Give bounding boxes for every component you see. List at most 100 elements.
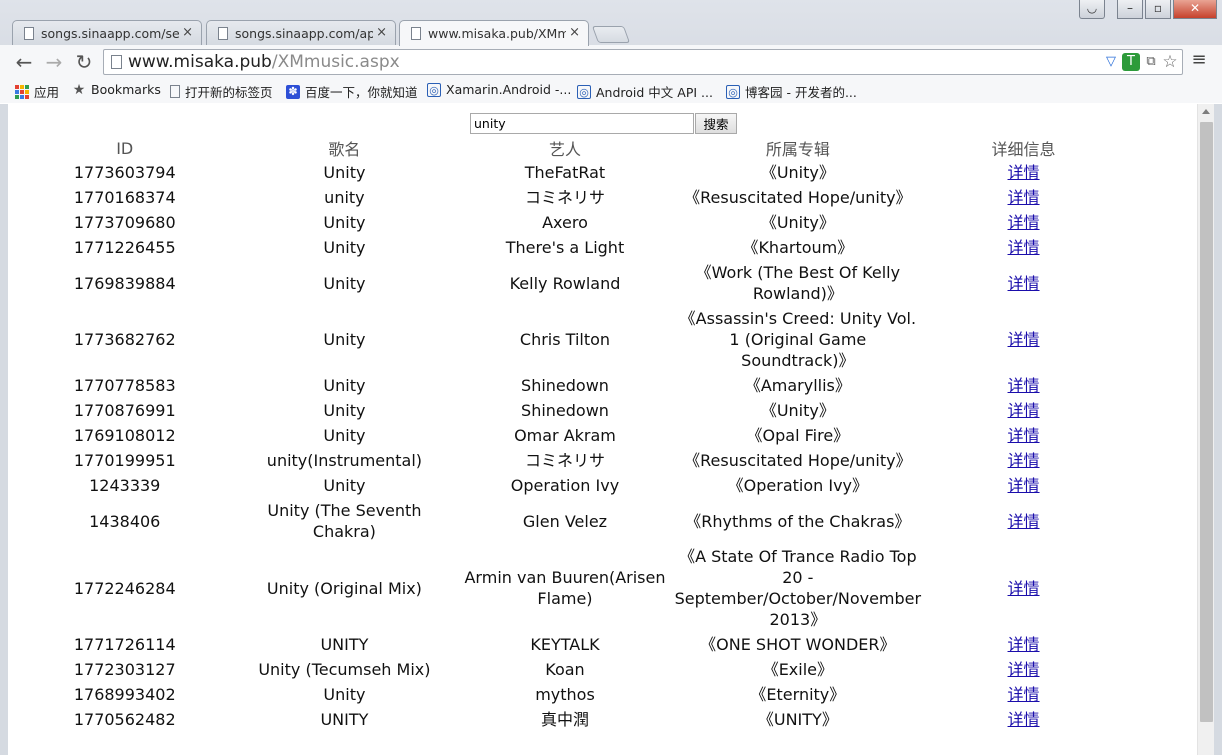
cell-album: 《Eternity》	[750, 685, 846, 704]
window-border-left	[0, 104, 8, 755]
search-input[interactable]	[470, 113, 694, 134]
cell-song: Unity	[323, 376, 366, 395]
details-link[interactable]: 详情	[1008, 635, 1040, 654]
cell-album-wrap: 《Opal Fire》	[675, 423, 921, 448]
details-link[interactable]: 详情	[1008, 685, 1040, 704]
close-icon[interactable]: ×	[569, 25, 580, 40]
bookmark-apps[interactable]: 应用	[15, 82, 59, 101]
details-link[interactable]: 详情	[1008, 401, 1040, 420]
cell-album: 《A State Of Trance Radio Top 20 - Septem…	[674, 547, 922, 629]
url-text[interactable]: www.misaka.pub/XMmusic.aspx	[128, 52, 400, 72]
cell-details: 详情	[921, 473, 1126, 498]
translate-icon[interactable]: ⧉	[1142, 53, 1160, 71]
cell-song: Unity	[323, 476, 366, 495]
cell-artist: Koan	[545, 660, 585, 679]
cell-id: 1771726114	[73, 635, 176, 654]
scroll-up-arrow-icon[interactable]	[1202, 109, 1210, 114]
menu-icon[interactable]: ≡	[1188, 49, 1210, 75]
close-icon[interactable]: ×	[376, 25, 387, 40]
back-icon[interactable]: ←	[11, 49, 37, 75]
vertical-scrollbar[interactable]	[1197, 104, 1214, 755]
details-link[interactable]: 详情	[1008, 512, 1040, 531]
cell-artist: コミネリサ	[524, 451, 605, 470]
bookmark-label: Xamarin.Android -...	[446, 82, 572, 97]
details-link[interactable]: 详情	[1008, 710, 1040, 729]
url-host: www.misaka.pub	[128, 52, 272, 72]
cell-album-wrap: 《Amaryllis》	[675, 373, 921, 398]
address-bar[interactable]: www.misaka.pub/XMmusic.aspx ▽ T ⧉ ☆	[103, 49, 1183, 75]
table-row: 1768993402 Unity mythos 《Eternity》 详情	[16, 682, 1126, 707]
shield-icon[interactable]: ▽	[1102, 53, 1120, 71]
new-tab-button[interactable]	[591, 26, 631, 43]
browser-chrome: songs.sinaapp.com/sear × songs.sinaapp.c…	[0, 0, 1222, 103]
cell-album: 《Opal Fire》	[746, 426, 850, 445]
details-link[interactable]: 详情	[1008, 238, 1040, 257]
tab-1[interactable]: songs.sinaapp.com/sear ×	[12, 20, 202, 45]
cell-details: 详情	[921, 632, 1126, 657]
scrollbar-thumb[interactable]	[1200, 122, 1213, 722]
bookmark-new-tab[interactable]: 打开新的标签页	[170, 82, 273, 101]
cell-album: 《Rhythms of the Chakras》	[685, 511, 911, 531]
details-link[interactable]: 详情	[1008, 376, 1040, 395]
cell-album: 《Resuscitated Hope/unity》	[684, 451, 912, 470]
details-link[interactable]: 详情	[1008, 579, 1040, 598]
cell-details: 详情	[921, 657, 1126, 682]
bookmark-bookmarks[interactable]: ★ Bookmarks	[72, 82, 161, 97]
cell-artist: Glen Velez	[522, 511, 608, 531]
window-border-right	[1214, 104, 1222, 755]
bookmark-cnblogs[interactable]: ◎ 博客园 - 开发者的...	[726, 82, 857, 101]
cell-album-wrap: 《A State Of Trance Radio Top 20 - Septem…	[675, 544, 921, 632]
minimize-button[interactable]: –	[1117, 0, 1143, 19]
ticket-icon[interactable]: T	[1122, 53, 1140, 71]
details-link[interactable]: 详情	[1008, 330, 1040, 349]
cell-artist: TheFatRat	[524, 163, 606, 182]
cell-album: 《UNITY》	[757, 710, 838, 729]
bookmark-label: 应用	[34, 85, 60, 100]
cell-details: 详情	[921, 544, 1126, 632]
cell-artist: Kelly Rowland	[509, 273, 621, 293]
cell-album-wrap: 《Eternity》	[675, 682, 921, 707]
column-header-id: ID	[116, 138, 134, 158]
table-row: 1770562482 UNITY 真中潤 《UNITY》 详情	[16, 707, 1126, 732]
restore-button[interactable]: ▫	[1145, 0, 1171, 19]
bookmark-baidu[interactable]: ✽ 百度一下，你就知道	[286, 82, 418, 101]
cell-id: 1771226455	[73, 238, 176, 257]
cell-album: 《ONE SHOT WONDER》	[700, 635, 896, 654]
user-icon[interactable]: ◡	[1079, 0, 1105, 19]
bookmark-xamarin[interactable]: ◎ Xamarin.Android -...	[427, 82, 571, 97]
table-row: 1770168374 unity コミネリサ 《Resuscitated Hope/u…	[16, 185, 1126, 210]
results-table: ID 歌名 艺人 所属专辑 详细信息 1773603794 Unity TheFat…	[16, 136, 1126, 732]
cell-id: 1773682762	[73, 330, 176, 349]
cell-song: Unity	[323, 273, 366, 293]
details-link[interactable]: 详情	[1008, 274, 1040, 293]
details-link[interactable]: 详情	[1008, 426, 1040, 445]
cell-album: 《Work (The Best Of Kelly Rowland)》	[695, 263, 901, 303]
cell-id: 1772246284	[73, 578, 176, 598]
cell-song: UNITY	[320, 635, 369, 654]
star-icon[interactable]: ☆	[1161, 53, 1179, 71]
close-icon[interactable]: ×	[182, 25, 193, 40]
cell-song: Unity (Tecumseh Mix)	[258, 660, 431, 679]
cell-album-wrap: 《Resuscitated Hope/unity》	[675, 448, 921, 473]
forward-icon[interactable]: →	[41, 49, 67, 75]
details-link[interactable]: 详情	[1008, 213, 1040, 232]
reload-icon[interactable]: ↻	[71, 49, 97, 75]
cell-album-wrap: 《UNITY》	[675, 707, 921, 732]
cell-album: 《Unity》	[760, 401, 835, 420]
tab-2[interactable]: songs.sinaapp.com/apiv ×	[206, 20, 396, 45]
tab-title: www.misaka.pub/XMmu	[428, 26, 566, 41]
search-button[interactable]: 搜索	[695, 113, 737, 134]
details-link[interactable]: 详情	[1008, 163, 1040, 182]
bookmark-android-api[interactable]: ◎ Android 中文 API ...	[577, 82, 713, 101]
cell-details: 详情	[921, 373, 1126, 398]
table-row: 1769108012 Unity Omar Akram 《Opal Fire》 详情	[16, 423, 1126, 448]
cell-details: 详情	[921, 398, 1126, 423]
details-link[interactable]: 详情	[1008, 660, 1040, 679]
details-link[interactable]: 详情	[1008, 476, 1040, 495]
cell-details: 详情	[921, 185, 1126, 210]
details-link[interactable]: 详情	[1008, 188, 1040, 207]
cell-id: 1769839884	[73, 273, 176, 293]
tab-3[interactable]: www.misaka.pub/XMmu ×	[399, 20, 589, 46]
window-close-button[interactable]: ✕	[1173, 0, 1217, 19]
details-link[interactable]: 详情	[1008, 451, 1040, 470]
